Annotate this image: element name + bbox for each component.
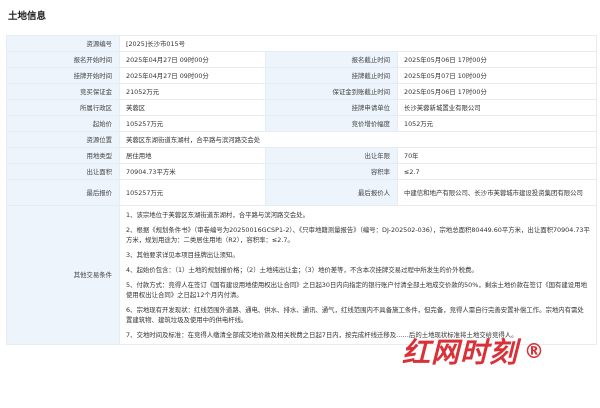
table-row: 资源位置 芙蓉区东湖街道东湖村，合平路与滨河路交会处 bbox=[6, 131, 598, 148]
registered-mark-icon: ® bbox=[524, 339, 546, 363]
field-value: 70904.73平方米 bbox=[119, 163, 266, 180]
clause-item: 4、起始价包含：（1）土地的规划报价格；（2）土地纯出让金；（3）地价差等，不含… bbox=[126, 266, 478, 274]
watermark-text: 红网时刻 bbox=[402, 336, 519, 369]
field-label: 竞买保证金 bbox=[6, 83, 120, 100]
field-value: 中建信和地产有限公司、长沙市芙蓉城市建设投资集团有限公司 bbox=[396, 179, 598, 206]
table-row: 起始价 105257万元 竞价增价幅度 1052万元 bbox=[6, 115, 598, 132]
field-value: 105257万元 bbox=[119, 115, 266, 132]
field-label: 出让面积 bbox=[6, 163, 120, 180]
other-terms-content: 1、该宗地位于芙蓉区东湖街道东湖村，合平路与滨河路交会处。 2、根据《规划条件书… bbox=[118, 205, 598, 345]
field-label: 挂牌申请单位 bbox=[265, 99, 398, 116]
table-row: 竞买保证金 21052万元 保证金到账截止时间 2025年05月06日 17时0… bbox=[6, 83, 598, 100]
field-label: 最后报价人 bbox=[265, 179, 398, 206]
clause-item: 6、宗地现有开发现状：红线范围外道路、通电、供水、排水、通讯、通气，红线范围内不… bbox=[126, 306, 584, 324]
field-value: ≤2.7 bbox=[396, 163, 598, 180]
clause-item: 5、付款方式：竞得人在签订《国有建设用地使用权出让合同》之日起30日内向指定的银… bbox=[126, 281, 587, 299]
table-row: 资源编号 [2025]长沙市015号 bbox=[6, 35, 598, 52]
field-value: 21052万元 bbox=[119, 83, 266, 100]
table-row: 出让面积 70904.73平方米 容积率 ≤2.7 bbox=[6, 163, 598, 180]
field-label: 最后报价 bbox=[6, 179, 120, 206]
table-row-other-terms: 其他交易条件 1、该宗地位于芙蓉区东湖街道东湖村，合平路与滨河路交会处。 2、根… bbox=[6, 205, 598, 345]
field-label: 挂牌开始时间 bbox=[6, 67, 120, 84]
field-value: 芙蓉区 bbox=[119, 99, 266, 116]
field-value: 长沙芙蓉新城置业有限公司 bbox=[396, 99, 598, 116]
field-label: 用地类型 bbox=[6, 147, 120, 164]
field-value: 2025年04月27日 09时00分 bbox=[119, 67, 266, 84]
field-value: 2025年05月06日 17时00分 bbox=[396, 51, 598, 68]
clause-item: 2、根据《规划条件书》（审卷编号为20250016GCSP1-2）、《只审地籍测… bbox=[126, 226, 590, 244]
field-label: 竞价增价幅度 bbox=[265, 115, 398, 132]
field-value: 2025年05月07日 10时00分 bbox=[396, 67, 598, 84]
field-value: 2025年05月06日 17时00分 bbox=[396, 83, 598, 100]
table-row: 最后报价 105257万元 最后报价人 中建信和地产有限公司、长沙市芙蓉城市建设… bbox=[6, 179, 598, 206]
field-value: [2025]长沙市015号 bbox=[118, 35, 598, 52]
field-label: 容积率 bbox=[265, 163, 398, 180]
field-label: 挂牌截止时间 bbox=[265, 67, 398, 84]
field-value: 芙蓉区东湖街道东湖村，合平路与滨河路交会处 bbox=[118, 131, 598, 148]
field-value: 居住用地 bbox=[119, 147, 266, 164]
field-label: 起始价 bbox=[6, 115, 120, 132]
table-row: 所属行政区 芙蓉区 挂牌申请单位 长沙芙蓉新城置业有限公司 bbox=[6, 99, 598, 116]
page-title: 土地信息 bbox=[8, 11, 47, 22]
table-row: 挂牌开始时间 2025年04月27日 09时00分 挂牌截止时间 2025年05… bbox=[6, 67, 598, 84]
field-label: 报名截止时间 bbox=[265, 51, 398, 68]
field-label: 资源位置 bbox=[6, 131, 120, 148]
field-label: 资源编号 bbox=[6, 35, 120, 52]
field-value: 105257万元 bbox=[119, 179, 266, 206]
field-value: 2025年04月27日 09时00分 bbox=[119, 51, 266, 68]
table-row: 用地类型 居住用地 出让年限 70年 bbox=[6, 147, 598, 164]
clause-item: 3、其他要求详见本项目挂牌出让须知。 bbox=[126, 251, 239, 259]
clause-item: 1、该宗地位于芙蓉区东湖街道东湖村，合平路与滨河路交会处。 bbox=[126, 211, 310, 219]
field-label: 其他交易条件 bbox=[6, 205, 120, 345]
field-value: 1052万元 bbox=[396, 115, 598, 132]
land-info-table: 资源编号 [2025]长沙市015号 报名开始时间 2025年04月27日 09… bbox=[6, 35, 598, 345]
field-label: 报名开始时间 bbox=[6, 51, 120, 68]
field-label: 出让年限 bbox=[265, 147, 398, 164]
field-value: 70年 bbox=[396, 147, 598, 164]
field-label: 保证金到账截止时间 bbox=[265, 83, 398, 100]
table-row: 报名开始时间 2025年04月27日 09时00分 报名截止时间 2025年05… bbox=[6, 51, 598, 68]
watermark-logo: 红网时刻 ® bbox=[402, 333, 590, 369]
field-label: 所属行政区 bbox=[6, 99, 120, 116]
